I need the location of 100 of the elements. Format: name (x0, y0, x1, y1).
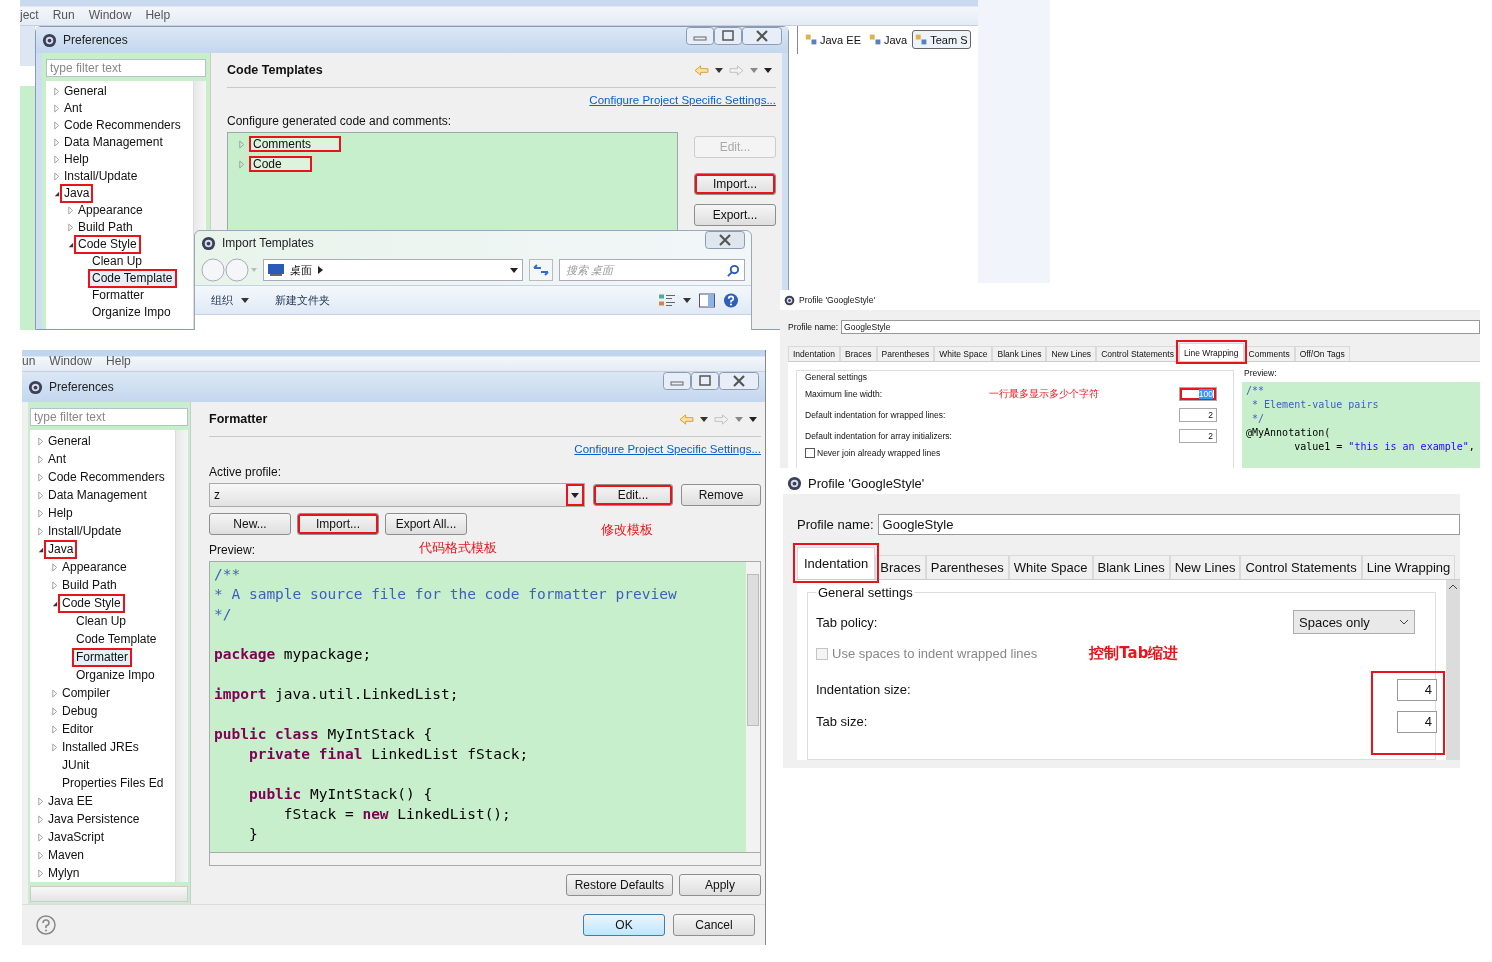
tree-item[interactable]: Build Path (60, 577, 119, 593)
tree-item[interactable]: Ant (46, 451, 68, 467)
tab[interactable]: Braces (840, 346, 877, 361)
help-icon[interactable] (36, 915, 56, 935)
tree-item[interactable]: Organize Impo (90, 305, 173, 320)
tree-item[interactable]: Formatter (74, 649, 130, 665)
scrollbar[interactable] (1446, 580, 1460, 760)
number-field[interactable]: 4 (1397, 679, 1437, 701)
tree-item[interactable]: Install/Update (46, 523, 124, 539)
number-field[interactable]: 2 (1179, 408, 1217, 422)
menu-item[interactable]: Run (52, 8, 75, 22)
tab[interactable]: Comments (1243, 346, 1295, 361)
tree-item[interactable]: Install/Update (62, 169, 140, 184)
tree-item[interactable]: Maven (46, 847, 87, 863)
tree-item[interactable]: Mylyn (46, 865, 82, 881)
close-icon[interactable] (705, 231, 745, 249)
tree-item[interactable]: Formatter (90, 288, 146, 303)
settings-link[interactable]: Configure Project Specific Settings... (574, 443, 761, 455)
template-item[interactable]: Comments (249, 136, 341, 152)
tree-item[interactable]: Debug (60, 703, 100, 719)
tree-item[interactable]: Editor (60, 721, 96, 737)
dialog-button[interactable]: OK (583, 914, 665, 936)
tree-item[interactable]: Build Path (76, 220, 135, 235)
profile-button[interactable]: Edit... (593, 484, 673, 506)
action-button[interactable]: Export... (694, 204, 776, 226)
tree-item[interactable]: General (46, 433, 93, 449)
preview-pane-icon[interactable] (699, 292, 715, 308)
profile-dropdown[interactable]: z (209, 483, 585, 507)
profile-button[interactable]: Remove (681, 484, 761, 506)
tree-item[interactable]: Help (62, 152, 91, 167)
tree-item[interactable]: Clean Up (90, 254, 145, 269)
tab[interactable]: Off/On Tags (1294, 346, 1350, 361)
profile-button[interactable]: Export All... (385, 513, 467, 535)
tree-item[interactable]: General (62, 84, 109, 99)
tree-item[interactable]: Appearance (76, 203, 145, 218)
menu-item[interactable]: un (22, 354, 36, 368)
maximize-icon[interactable] (691, 372, 719, 390)
tree-item[interactable]: JUnit (60, 757, 92, 773)
search-field[interactable]: 搜索 桌面 (559, 259, 745, 281)
menu-item[interactable]: Window (88, 8, 132, 22)
tree-item[interactable]: Appearance (60, 559, 129, 575)
organize-menu[interactable]: 组织 (211, 292, 233, 308)
forward-arrow-icon[interactable] (714, 413, 729, 425)
close-icon[interactable] (742, 27, 782, 45)
tree-item[interactable]: Data Management (62, 135, 165, 150)
minimize-icon[interactable] (686, 27, 714, 45)
perspective-button[interactable]: Java (865, 30, 911, 49)
tree-item[interactable]: Code Recommenders (46, 469, 167, 485)
scroll-up-icon[interactable] (1448, 584, 1458, 590)
caret-icon[interactable] (510, 267, 518, 273)
caret-icon[interactable] (683, 297, 691, 303)
address-bar[interactable]: 桌面 (263, 259, 523, 281)
menu-item[interactable]: Window (49, 354, 93, 368)
caret-icon[interactable] (571, 492, 579, 498)
search-input[interactable]: 搜索 桌面 (560, 263, 727, 277)
tab[interactable]: Braces (875, 555, 926, 579)
tree-item[interactable]: Compiler (60, 685, 112, 701)
tree-item[interactable]: Ant (62, 101, 84, 116)
scrollbar[interactable] (209, 853, 761, 866)
tree-item[interactable]: Code Template (74, 631, 159, 647)
tab[interactable]: White Space (1008, 555, 1093, 579)
tree-item[interactable]: Java EE (46, 793, 95, 809)
new-folder-button[interactable]: 新建文件夹 (275, 292, 330, 308)
menu-item[interactable]: ject (20, 8, 39, 22)
scrollbar[interactable] (30, 886, 188, 902)
tree-item[interactable]: Help (46, 505, 75, 521)
tab[interactable]: Line Wrapping (1361, 555, 1456, 579)
tab[interactable]: Blank Lines (992, 346, 1047, 361)
profile-name-field[interactable]: GoogleStyle (841, 320, 1480, 334)
caret-icon[interactable] (715, 67, 723, 73)
tab[interactable]: Control Statements (1096, 346, 1179, 361)
tree-item[interactable]: Code Template (90, 271, 175, 286)
back-forward-icon[interactable] (201, 258, 257, 282)
menu-caret-icon[interactable] (749, 416, 757, 422)
back-arrow-icon[interactable] (694, 64, 709, 76)
action-button[interactable]: Apply (679, 874, 761, 896)
tab-policy-dropdown[interactable]: Spaces only (1293, 610, 1415, 634)
tree-item[interactable]: Code Style (76, 237, 139, 252)
menu-caret-icon[interactable] (764, 67, 772, 73)
tab[interactable]: Parentheses (925, 555, 1009, 579)
tree-item[interactable]: Installed JREs (60, 739, 141, 755)
tab[interactable]: Control Statements (1240, 555, 1362, 579)
back-arrow-icon[interactable] (679, 413, 694, 425)
view-options-icon[interactable] (659, 292, 675, 308)
perspective-button[interactable]: Java EE (802, 30, 864, 49)
help-icon[interactable] (723, 292, 739, 308)
tree-item[interactable]: Properties Files Ed (60, 775, 166, 791)
forward-arrow-icon[interactable] (729, 64, 744, 76)
tab[interactable]: Parentheses (876, 346, 935, 361)
filter-field[interactable]: type filter text (30, 408, 188, 426)
tab[interactable]: White Space (934, 346, 993, 361)
checkbox[interactable] (805, 448, 815, 458)
tree-item[interactable]: JavaScript (46, 829, 107, 845)
tree-item[interactable]: Java Persistence (46, 811, 142, 827)
tab[interactable]: Line Wrapping (1178, 343, 1244, 361)
profile-button[interactable]: New... (209, 513, 291, 535)
tab[interactable]: New Lines (1046, 346, 1097, 361)
profile-button[interactable]: Import... (297, 513, 379, 535)
menu-item[interactable]: Help (106, 354, 131, 368)
maximize-icon[interactable] (714, 27, 742, 45)
